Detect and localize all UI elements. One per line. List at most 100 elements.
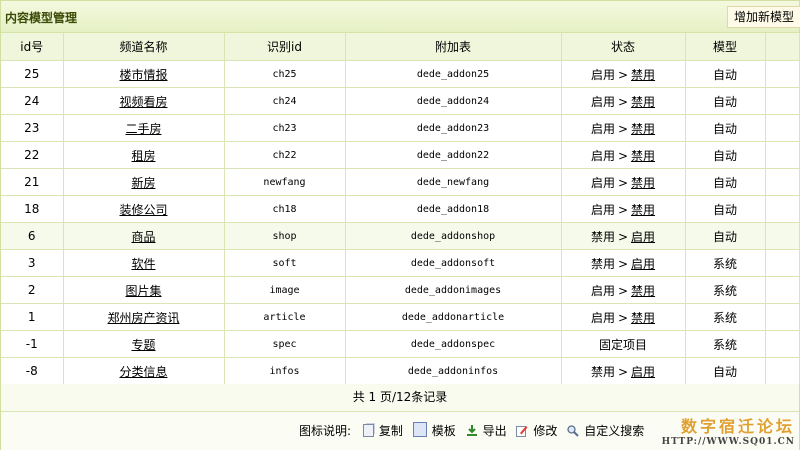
legend-custom-search[interactable]: 自定义搜索: [567, 422, 644, 439]
cell-addon-table: dede_addon25: [345, 60, 562, 88]
column-header-extra: [765, 33, 800, 61]
cell-status: 启用 > 禁用: [561, 87, 686, 115]
cell-id: -1: [1, 330, 64, 358]
cell-status: 禁用 > 启用: [561, 249, 686, 277]
cell-model: 系统: [685, 249, 766, 277]
cell-model: 自动: [685, 168, 766, 196]
toggle-status-link[interactable]: 启用: [631, 257, 655, 271]
channel-name-link[interactable]: 专题: [131, 338, 155, 352]
cell-addon-table: dede_addon23: [345, 114, 562, 142]
cell-id: 2: [1, 276, 64, 304]
cell-channel-name: 租房: [63, 141, 225, 169]
arrow-icon: >: [617, 148, 629, 163]
status-text: 固定项目: [598, 337, 647, 352]
arrow-icon: >: [617, 67, 629, 82]
cell-nid: ch23: [224, 114, 346, 142]
arrow-icon: >: [617, 283, 629, 298]
toggle-status-link[interactable]: 禁用: [631, 68, 655, 82]
toggle-status-link[interactable]: 禁用: [631, 176, 655, 190]
table-row: 6 商品 shop dede_addonshop 禁用 > 启用 自动: [1, 222, 800, 250]
cell-addon-table: dede_addonshop: [345, 222, 562, 250]
toggle-status-link[interactable]: 禁用: [631, 149, 655, 163]
cell-model: 系统: [685, 303, 766, 331]
watermark-url: HTTP://WWW.SQ01.CN: [661, 437, 795, 447]
table-row: 21 新房 newfang dede_newfang 启用 > 禁用 自动: [1, 168, 800, 196]
cell-status: 启用 > 禁用: [561, 114, 686, 142]
cell-id: 23: [1, 114, 64, 142]
cell-id: 3: [1, 249, 64, 277]
cell-extra: [765, 303, 800, 331]
toggle-status-link[interactable]: 禁用: [631, 284, 655, 298]
cell-nid: infos: [224, 357, 346, 385]
cell-channel-name: 软件: [63, 249, 225, 277]
channel-name-link[interactable]: 新房: [131, 176, 155, 190]
toggle-status-link[interactable]: 禁用: [631, 311, 655, 325]
site-watermark: 数字宿迁论坛 HTTP://WWW.SQ01.CN: [662, 413, 795, 447]
table-row: 18 装修公司 ch18 dede_addon18 启用 > 禁用 自动: [1, 195, 800, 223]
pagination-info: 共 1 页/12条记录: [1, 384, 799, 412]
table-header-row: id号 频道名称 识别id 附加表 状态 模型: [1, 33, 800, 61]
legend-copy[interactable]: 复制: [362, 422, 403, 439]
channel-name-link[interactable]: 商品: [131, 230, 155, 244]
cell-nid: ch18: [224, 195, 346, 223]
column-header-model: 模型: [685, 33, 766, 61]
cell-extra: [765, 249, 800, 277]
cell-status: 启用 > 禁用: [561, 141, 686, 169]
toggle-status-link[interactable]: 启用: [631, 365, 655, 379]
cell-channel-name: 商品: [63, 222, 225, 250]
table-row: 23 二手房 ch23 dede_addon23 启用 > 禁用 自动: [1, 114, 800, 142]
channel-name-link[interactable]: 软件: [131, 257, 155, 271]
cell-status: 启用 > 禁用: [561, 276, 686, 304]
cell-channel-name: 二手房: [63, 114, 225, 142]
arrow-icon: >: [617, 94, 629, 109]
channel-name-link[interactable]: 视频看房: [119, 95, 167, 109]
legend-export[interactable]: 导出: [466, 422, 507, 439]
status-text: 启用: [590, 283, 615, 298]
toggle-status-link[interactable]: 启用: [631, 230, 655, 244]
cell-channel-name: 装修公司: [63, 195, 225, 223]
cell-addon-table: dede_addonimages: [345, 276, 562, 304]
column-header-addon-table: 附加表: [345, 33, 562, 61]
toggle-status-link[interactable]: 禁用: [631, 122, 655, 136]
panel-header: 内容模型管理 增加新模型: [1, 1, 800, 33]
legend-template[interactable]: 模板: [412, 422, 456, 439]
cell-channel-name: 楼市情报: [63, 60, 225, 88]
cell-status: 启用 > 禁用: [561, 60, 686, 88]
channel-name-link[interactable]: 装修公司: [119, 203, 167, 217]
cell-channel-name: 新房: [63, 168, 225, 196]
channel-name-link[interactable]: 郑州房产资讯: [107, 311, 179, 325]
cell-model: 自动: [685, 357, 766, 385]
status-text: 禁用: [590, 256, 615, 271]
status-text: 启用: [590, 121, 615, 136]
column-header-status: 状态: [561, 33, 686, 61]
toggle-status-link[interactable]: 禁用: [631, 203, 655, 217]
cell-extra: [765, 330, 800, 358]
toggle-status-link[interactable]: 禁用: [631, 95, 655, 109]
table-row: -1 专题 spec dede_addonspec 固定项目 系统: [1, 330, 800, 358]
cell-addon-table: dede_addoninfos: [345, 357, 562, 385]
cell-extra: [765, 87, 800, 115]
cell-nid: newfang: [224, 168, 346, 196]
copy-icon: [362, 424, 374, 437]
arrow-icon: >: [617, 202, 629, 217]
add-model-button[interactable]: 增加新模型: [726, 6, 800, 28]
table-row: 3 软件 soft dede_addonsoft 禁用 > 启用 系统: [1, 249, 800, 277]
cell-id: 18: [1, 195, 64, 223]
watermark-title: 数字宿迁论坛: [680, 417, 795, 436]
cell-extra: [765, 114, 800, 142]
channel-name-link[interactable]: 楼市情报: [119, 68, 167, 82]
cell-extra: [765, 168, 800, 196]
column-header-channel-name: 频道名称: [63, 33, 225, 61]
legend-edit[interactable]: 修改: [516, 422, 557, 439]
arrow-icon: >: [617, 175, 629, 190]
channel-name-link[interactable]: 租房: [131, 149, 155, 163]
channel-name-link[interactable]: 图片集: [125, 284, 161, 298]
channel-name-link[interactable]: 二手房: [125, 122, 161, 136]
model-table: id号 频道名称 识别id 附加表 状态 模型 25 楼市情报 ch25 dede_a…: [1, 33, 800, 385]
status-text: 启用: [590, 175, 615, 190]
cell-id: -8: [1, 357, 64, 385]
cell-extra: [765, 60, 800, 88]
channel-name-link[interactable]: 分类信息: [119, 365, 167, 379]
arrow-icon: >: [617, 229, 629, 244]
table-row: 2 图片集 image dede_addonimages 启用 > 禁用 系统: [1, 276, 800, 304]
